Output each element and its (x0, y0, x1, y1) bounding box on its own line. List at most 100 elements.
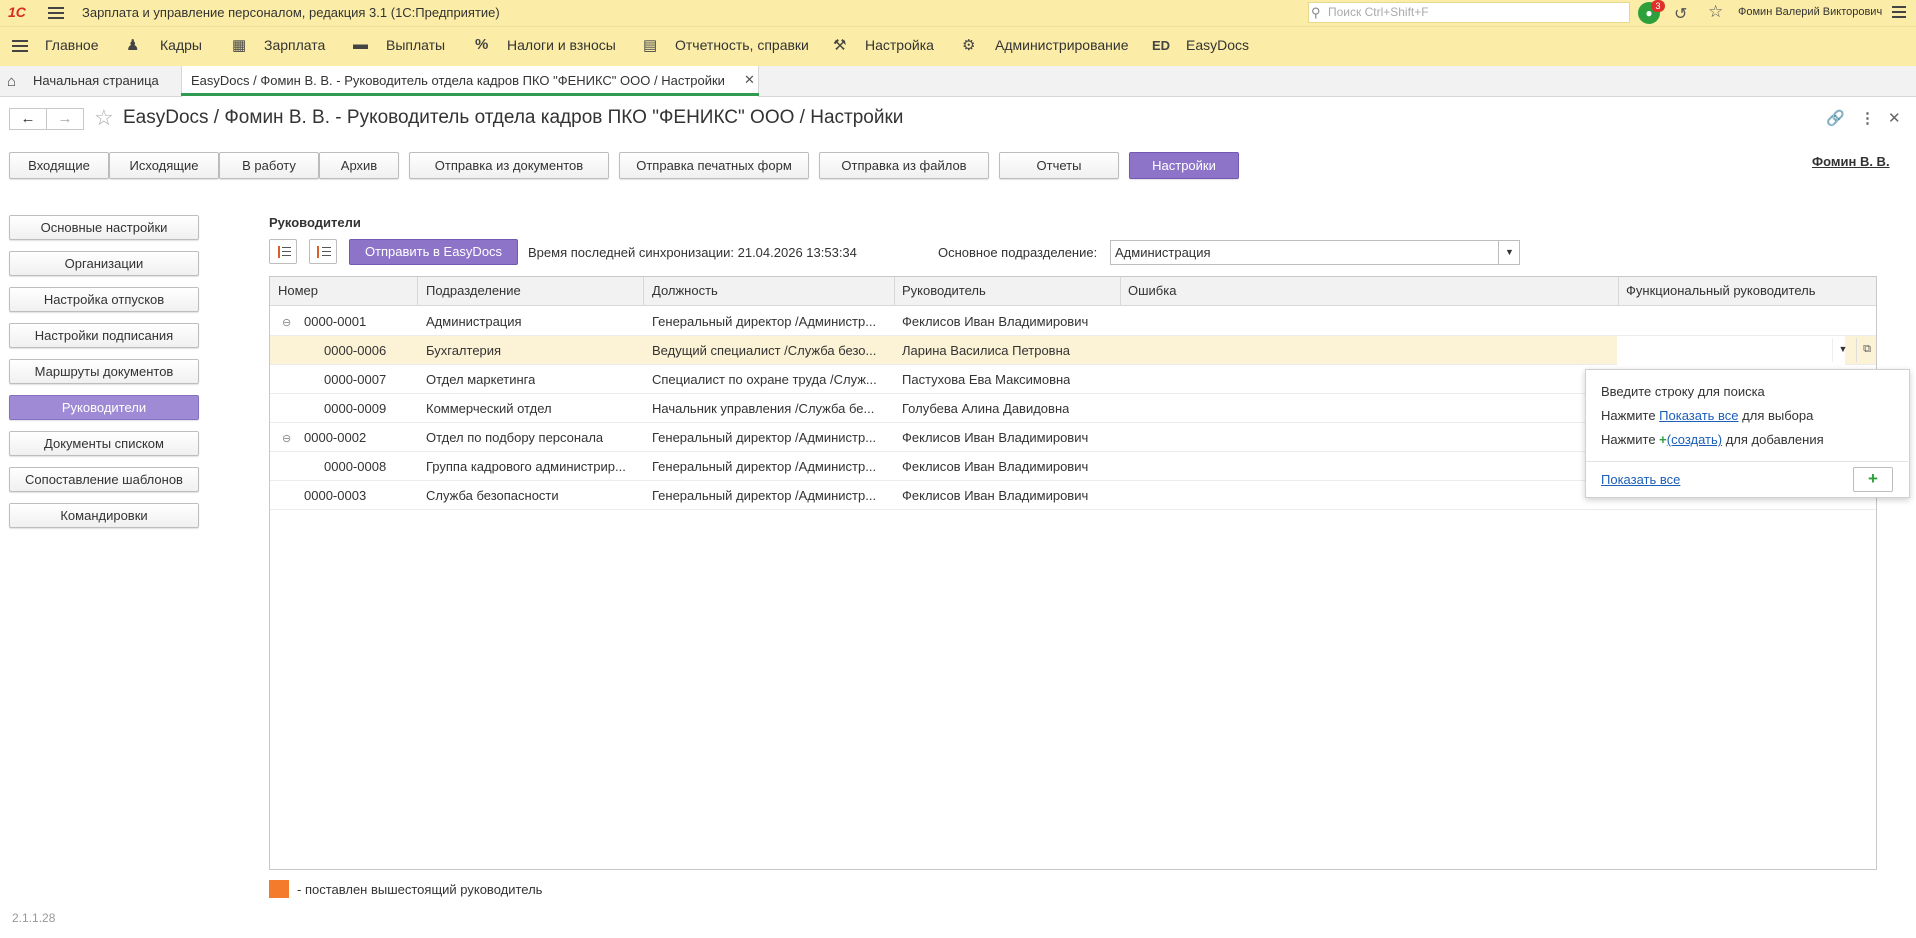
row-manager: Феклисов Иван Владимирович (902, 430, 1089, 445)
sections-menu-icon[interactable] (12, 40, 28, 52)
left-menu-template-mapping[interactable]: Сопоставление шаблонов (9, 467, 199, 492)
row-department: Администрация (426, 314, 522, 329)
collapse-toggle-icon[interactable]: ⊖ (282, 316, 291, 329)
row-manager: Ларина Василиса Петровна (902, 343, 1070, 358)
link-icon[interactable]: 🔗 (1826, 109, 1845, 127)
row-department: Служба безопасности (426, 488, 559, 503)
column-header-error[interactable]: Ошибка (1128, 283, 1176, 298)
row-manager: Голубева Алина Давидовна (902, 401, 1070, 416)
row-department: Группа кадрового администрир... (426, 459, 626, 474)
column-header-department[interactable]: Подразделение (426, 283, 521, 298)
settings-button[interactable]: Настройки (1129, 152, 1239, 179)
column-separator (1120, 277, 1121, 306)
left-menu-basic-settings[interactable]: Основные настройки (9, 215, 199, 240)
row-department: Отдел маркетинга (426, 372, 536, 387)
wrench-icon: ⚒ (833, 37, 847, 54)
send-print-forms-button[interactable]: Отправка печатных форм (619, 152, 809, 179)
left-menu-vacations[interactable]: Настройка отпусков (9, 287, 199, 312)
current-user[interactable]: Фомин Валерий Викторович (1738, 6, 1882, 18)
row-position: Специалист по охране труда /Служ... (652, 372, 877, 387)
menu-item-hr[interactable]: Кадры (160, 37, 202, 53)
row-position: Генеральный директор /Администр... (652, 488, 877, 503)
left-menu-organizations[interactable]: Организации (9, 251, 199, 276)
popup-hint-text: для выбора (1738, 408, 1814, 423)
menu-item-salary[interactable]: Зарплата (264, 37, 325, 53)
left-menu-business-trips[interactable]: Командировки (9, 503, 199, 528)
favorites-star-icon[interactable]: ☆ (1708, 2, 1723, 22)
row-number: 0000-0002 (304, 430, 367, 445)
percent-icon: % (475, 36, 489, 53)
home-icon[interactable]: ⌂ (7, 73, 16, 90)
column-header-position[interactable]: Должность (652, 283, 718, 298)
column-header-number[interactable]: Номер (278, 283, 318, 298)
tab-active-underline (181, 93, 759, 96)
open-form-icon[interactable]: ⧉ (1856, 338, 1877, 362)
plus-icon: + (1659, 432, 1667, 447)
menu-item-settings[interactable]: Настройка (865, 37, 934, 53)
popup-show-all-inline-link[interactable]: Показать все (1659, 408, 1738, 423)
functional-manager-input[interactable] (1617, 336, 1845, 365)
row-number: 0000-0009 (324, 401, 387, 416)
expand-tree-icon (278, 246, 280, 258)
last-sync-label: Время последней синхронизации: 21.04.202… (528, 245, 857, 260)
row-position: Ведущий специалист /Служба безо... (652, 343, 877, 358)
menu-item-payments[interactable]: Выплаты (386, 37, 445, 53)
tab-close-icon[interactable]: ✕ (744, 72, 755, 88)
search-icon: ⚲ (1311, 5, 1321, 20)
favorite-star-icon[interactable]: ☆ (94, 105, 114, 131)
menu-item-taxes[interactable]: Налоги и взносы (507, 37, 616, 53)
tab-home[interactable]: Начальная страница (33, 73, 159, 88)
popup-show-all-link[interactable]: Показать все (1601, 472, 1680, 487)
left-menu-documents-list[interactable]: Документы списком (9, 431, 199, 456)
close-icon[interactable]: ✕ (1888, 109, 1901, 127)
popup-create-link[interactable]: (создать) (1667, 432, 1722, 447)
row-department: Коммерческий отдел (426, 401, 552, 416)
left-menu-routes[interactable]: Маршруты документов (9, 359, 199, 384)
wallet-icon: ▬ (353, 36, 368, 53)
send-from-files-button[interactable]: Отправка из файлов (819, 152, 989, 179)
column-separator (643, 277, 644, 306)
left-menu-signing[interactable]: Настройки подписания (9, 323, 199, 348)
more-icon[interactable]: ⋮ (1860, 109, 1875, 127)
main-department-label: Основное подразделение: (938, 245, 1098, 260)
app-menu-icon[interactable] (1892, 4, 1906, 18)
gear-icon: ⚙ (962, 37, 976, 54)
history-icon[interactable]: ↺ (1674, 4, 1687, 24)
expand-all-button[interactable] (269, 239, 297, 264)
send-to-easydocs-button[interactable]: Отправить в EasyDocs (349, 239, 518, 265)
collapse-all-button[interactable] (309, 239, 337, 264)
column-separator (894, 277, 895, 306)
back-button[interactable]: ← (9, 108, 47, 130)
send-from-documents-button[interactable]: Отправка из документов (409, 152, 609, 179)
people-icon: ♟ (126, 37, 140, 54)
add-button[interactable]: + (1853, 467, 1893, 492)
outgoing-button[interactable]: Исходящие (109, 152, 219, 179)
main-department-value[interactable]: Администрация (1115, 245, 1211, 260)
reports-button[interactable]: Отчеты (999, 152, 1119, 179)
incoming-button[interactable]: Входящие (9, 152, 109, 179)
app-logo: 1С (8, 4, 26, 20)
chevron-down-icon[interactable]: ▼ (1498, 241, 1520, 264)
menu-item-main[interactable]: Главное (45, 37, 99, 53)
row-number: 0000-0003 (304, 488, 367, 503)
left-menu-managers[interactable]: Руководители (9, 395, 199, 420)
column-header-manager[interactable]: Руководитель (902, 283, 986, 298)
user-link[interactable]: Фомин В. В. (1812, 154, 1890, 169)
popup-hint-text: для добавления (1722, 432, 1824, 447)
column-header-functional-manager[interactable]: Функциональный руководитель (1626, 283, 1816, 298)
archive-button[interactable]: Архив (319, 152, 399, 179)
app-title: Зарплата и управление персоналом, редакц… (82, 5, 500, 20)
chevron-down-icon[interactable]: ▼ (1832, 338, 1853, 362)
forward-button[interactable]: → (46, 108, 84, 130)
section-title: Руководители (269, 215, 361, 230)
menu-item-administration[interactable]: Администрирование (995, 37, 1129, 53)
collapse-toggle-icon[interactable]: ⊖ (282, 432, 291, 445)
in-work-button[interactable]: В работу (219, 152, 319, 179)
row-position: Генеральный директор /Администр... (652, 459, 877, 474)
hamburger-icon[interactable] (48, 5, 64, 21)
page-title: EasyDocs / Фомин В. В. - Руководитель от… (123, 107, 904, 128)
menu-item-easydocs[interactable]: EasyDocs (1186, 37, 1249, 53)
menu-item-reporting[interactable]: Отчетность, справки (675, 37, 809, 53)
tab-active-label[interactable]: EasyDocs / Фомин В. В. - Руководитель от… (191, 73, 725, 88)
row-manager: Феклисов Иван Владимирович (902, 314, 1089, 329)
